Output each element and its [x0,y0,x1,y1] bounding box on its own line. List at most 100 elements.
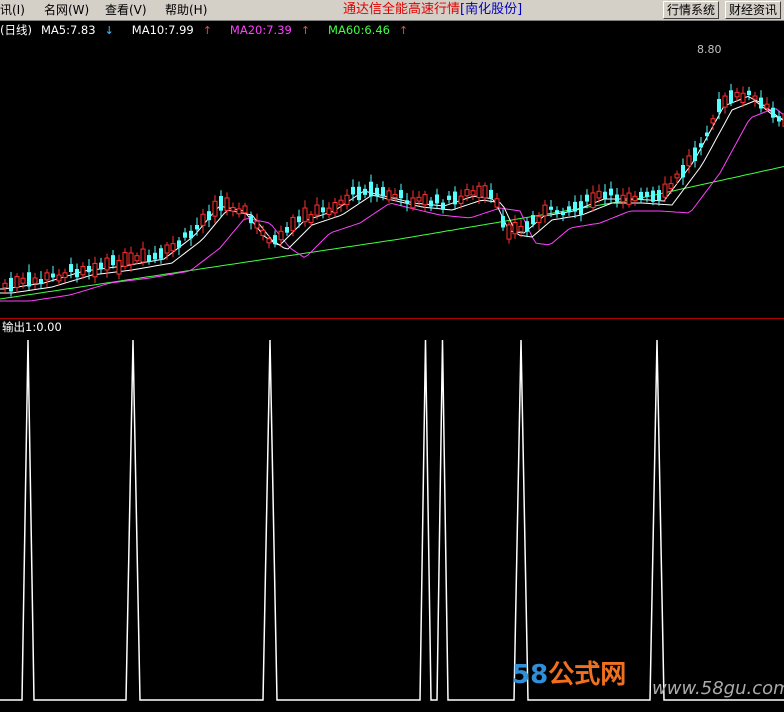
period-label: (日线) [0,23,32,37]
menu-bar: 讯(I) 名网(W) 查看(V) 帮助(H) 通达信全能高速行情[南化股份] 行… [0,0,784,21]
candle-body [39,279,43,285]
candle-body [375,187,379,197]
candle-body [447,195,451,201]
candle-body [579,201,583,215]
candle-body [164,244,170,254]
candle-body [104,257,110,271]
candle-body [549,206,553,210]
market-system-button[interactable]: 行情系统 [663,1,720,19]
candle-body [260,229,266,236]
candle-body [266,238,272,244]
candle-body [20,277,26,284]
panel-divider [0,318,784,319]
candle-body [603,191,607,199]
candle-body [518,225,524,232]
candle-body [525,221,529,232]
ma60-arrow-icon: ↑ [398,24,409,37]
candle-body [567,206,571,213]
candle-body [332,202,338,214]
candle-body [9,277,13,292]
candle-body [212,200,218,217]
candle-body [87,265,91,273]
candle-body [69,264,73,272]
output-indicator-chart[interactable] [0,320,784,712]
ma5-arrow-icon: ↓ [104,24,114,37]
candle-body [590,192,596,209]
candle-body [494,198,500,208]
app-title-main: 通达信全能高速行情 [343,2,461,17]
candle-body [200,213,206,226]
candle-body [573,201,577,212]
candle-body [632,195,638,202]
candle-body [555,210,559,214]
candle-body [308,214,314,224]
candle-body [512,222,518,235]
candle-body [717,99,721,113]
candle-body [536,215,542,223]
candle-body [464,189,470,197]
candle-body [740,92,746,103]
watermark-logo: 58公式网 [512,660,627,690]
candle-body [489,189,493,199]
candle-body [705,132,709,137]
candle-body [147,255,151,262]
candle-body [681,165,685,178]
candle-body [416,196,422,202]
candle-body [657,190,661,201]
app-title: 通达信全能高速行情[南化股份] [343,2,522,18]
candle-body [338,199,344,206]
candle-body [764,103,770,109]
candle-body [752,95,758,100]
candle-body [734,91,740,98]
candle-body [159,248,163,259]
candle-body [236,208,242,215]
candle-body [254,220,260,229]
menu-item-view[interactable]: 查看(V) [105,2,147,18]
candle-body [230,206,236,212]
candle-body [506,224,512,240]
candle-body [153,252,157,260]
candle-body [62,272,68,278]
candle-body [177,240,181,248]
stock-name: [南化股份] [460,2,523,17]
candle-body [470,190,476,196]
candle-body [729,90,733,104]
watermark-url: www.58gu.com [652,678,784,699]
candle-body [195,225,199,230]
candle-body [80,265,86,276]
candle-body [75,269,79,278]
candle-body [92,262,98,278]
ma5-value: MA5:7.83 [40,23,96,37]
candle-body [441,202,445,210]
candle-body [759,97,763,109]
candle-body [453,191,457,205]
menu-item-help[interactable]: 帮助(H) [165,2,207,18]
candle-body [128,252,134,265]
menu-item-network[interactable]: 名网(W) [44,2,89,18]
candle-body [620,194,626,203]
candle-body [357,186,361,201]
candle-body [369,181,373,197]
candle-body [56,274,62,282]
candle-body [27,272,31,287]
candle-body [207,211,211,221]
candle-body [302,207,308,223]
candle-body [344,194,350,206]
candle-body [722,95,728,108]
candle-body [297,216,301,223]
candle-body [2,282,8,289]
output-signal-line [0,339,784,701]
candle-body [99,262,103,270]
candle-body [44,272,50,281]
candle-body [686,155,692,167]
ma20-arrow-icon: ↑ [300,24,311,37]
candle-body [170,243,176,252]
candle-body [111,255,115,266]
candle-body [285,226,289,233]
candle-body [639,191,643,200]
candle-body [122,252,128,267]
price-chart[interactable] [0,21,784,318]
candle-body [242,205,248,214]
finance-news-button[interactable]: 财经资讯 [725,1,782,19]
menu-item-news[interactable]: 讯(I) [0,2,25,18]
